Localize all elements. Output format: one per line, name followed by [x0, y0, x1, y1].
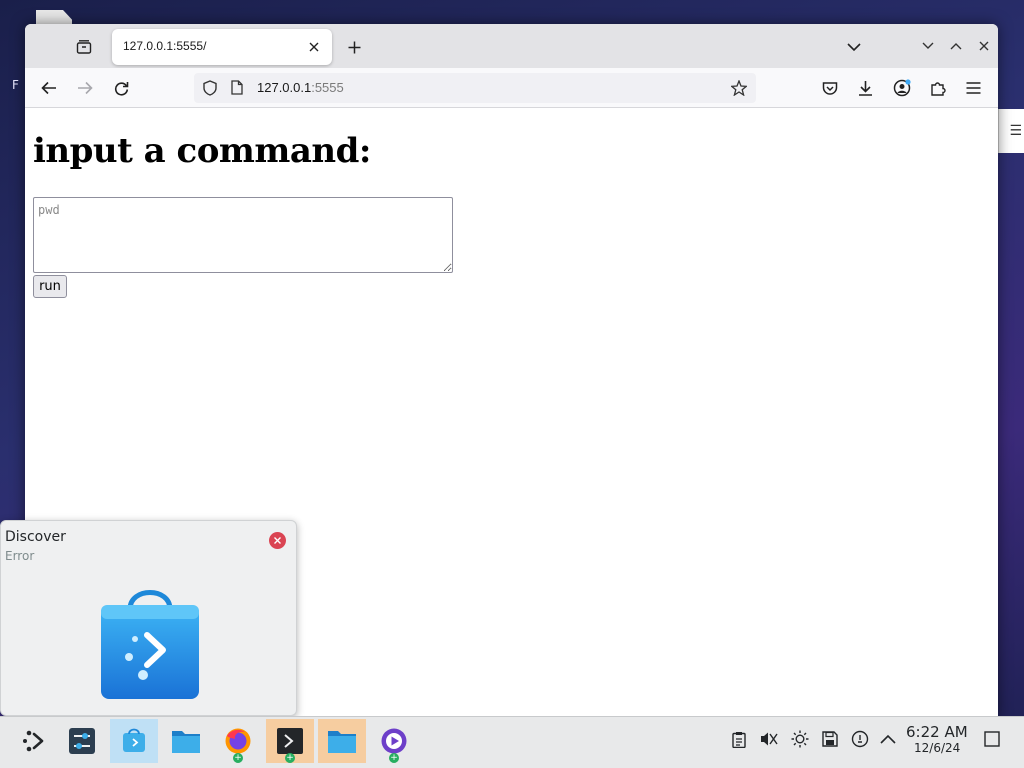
tab-title: 127.0.0.1:5555/: [123, 39, 207, 53]
discover-task-icon[interactable]: [110, 719, 158, 763]
menu-icon: ☰: [1009, 123, 1022, 139]
discover-notification[interactable]: Discover Error: [0, 520, 297, 716]
discover-icon: [97, 583, 203, 703]
url-bar[interactable]: 127.0.0.1:5555: [194, 73, 756, 103]
desktop-peek-text: F: [12, 78, 19, 92]
navigation-toolbar: 127.0.0.1:5555: [25, 68, 998, 108]
minimize-button[interactable]: [919, 37, 937, 55]
taskbar: + + + 6:22 AM 12/6/24: [0, 716, 1024, 768]
tab-overview-icon[interactable]: [73, 36, 95, 58]
media-player-icon[interactable]: +: [370, 719, 418, 763]
updates-icon[interactable]: [850, 729, 870, 749]
shield-icon[interactable]: [203, 80, 217, 100]
notification-subtitle: Error: [5, 549, 35, 563]
extensions-icon[interactable]: [926, 76, 950, 100]
file-manager-icon[interactable]: [162, 719, 210, 763]
pocket-icon[interactable]: [818, 76, 842, 100]
command-textarea[interactable]: [33, 197, 453, 273]
close-icon[interactable]: [269, 532, 286, 549]
url-host: 127.0.0.1: [257, 80, 312, 95]
reload-icon[interactable]: [109, 76, 133, 100]
application-launcher-icon[interactable]: [10, 719, 58, 763]
firefox-icon[interactable]: +: [214, 719, 262, 763]
tab-bar: 127.0.0.1:5555/: [25, 24, 998, 68]
badge-plus-icon: +: [233, 753, 243, 763]
tab-active[interactable]: 127.0.0.1:5555/: [112, 29, 332, 65]
maximize-button[interactable]: [947, 37, 965, 55]
url-port: :5555: [311, 80, 344, 95]
page-icon[interactable]: [231, 80, 243, 99]
brightness-icon[interactable]: [790, 729, 810, 749]
page-heading: input a command:: [33, 131, 371, 171]
expand-tray-icon[interactable]: [878, 729, 898, 749]
badge-plus-icon: +: [389, 753, 399, 763]
disk-icon[interactable]: [820, 729, 840, 749]
badge-plus-icon: +: [285, 753, 295, 763]
close-icon[interactable]: [304, 37, 324, 57]
file-manager-icon[interactable]: [318, 719, 366, 763]
run-button[interactable]: run: [33, 275, 67, 298]
clock-date[interactable]: 12/6/24: [914, 741, 960, 755]
notification-title: Discover: [5, 529, 66, 545]
new-tab-button[interactable]: [343, 36, 365, 58]
back-icon[interactable]: [37, 76, 61, 100]
menu-icon[interactable]: [961, 76, 985, 100]
window-close-button[interactable]: [975, 37, 993, 55]
system-settings-icon[interactable]: [58, 719, 106, 763]
list-all-tabs-button[interactable]: [843, 36, 865, 58]
clock-time[interactable]: 6:22 AM: [906, 723, 968, 741]
account-icon[interactable]: [890, 76, 914, 100]
forward-icon[interactable]: [73, 76, 97, 100]
show-desktop-icon[interactable]: [982, 729, 1002, 749]
url-text: 127.0.0.1:5555: [257, 80, 344, 95]
konsole-icon[interactable]: +: [266, 719, 314, 763]
download-icon[interactable]: [853, 76, 877, 100]
volume-muted-icon[interactable]: [759, 729, 779, 749]
background-window[interactable]: ☰: [998, 109, 1024, 153]
clipboard-icon[interactable]: [729, 729, 749, 749]
bookmark-star-icon[interactable]: [730, 79, 748, 100]
